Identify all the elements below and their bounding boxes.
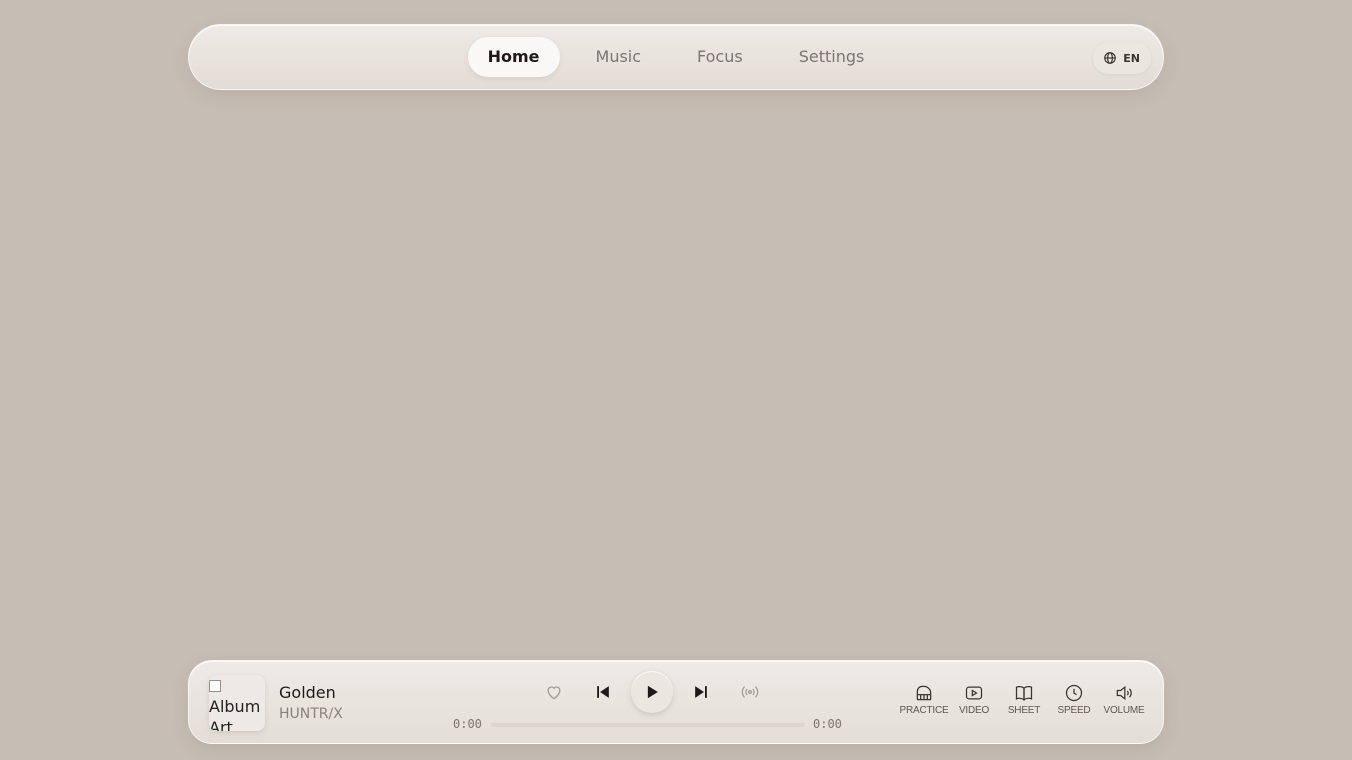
video-button[interactable]: VIDEO (949, 683, 999, 716)
progress-bar[interactable] (491, 723, 805, 727)
book-icon (1015, 685, 1033, 701)
video-label: VIDEO (958, 705, 990, 716)
tab-settings[interactable]: Settings (779, 37, 885, 77)
album-art[interactable]: Album Art (209, 675, 265, 731)
language-button[interactable]: EN (1093, 42, 1151, 74)
tab-focus[interactable]: Focus (677, 37, 763, 77)
broadcast-icon (741, 686, 759, 698)
heart-icon (547, 686, 561, 700)
player-tools: PRACTICE VIDEO SHEET SPEED VOLUME (899, 683, 1149, 716)
language-label: EN (1123, 51, 1140, 65)
playback-controls (533, 671, 773, 713)
volume-label: VOLUME (1103, 705, 1145, 716)
video-icon (965, 686, 983, 700)
tab-music[interactable]: Music (576, 37, 662, 77)
sheet-label: SHEET (1007, 705, 1041, 716)
skip-forward-icon (695, 686, 707, 698)
duration: 0:00 (813, 717, 842, 731)
speed-button[interactable]: SPEED (1049, 683, 1099, 716)
album-art-alt: Album Art (209, 697, 261, 731)
play-icon (647, 685, 658, 699)
current-time: 0:00 (453, 717, 482, 731)
broadcast-button[interactable] (729, 671, 771, 713)
play-button[interactable] (631, 671, 673, 713)
broken-image-icon (209, 680, 221, 692)
globe-icon (1104, 52, 1117, 64)
top-nav-bar: Home Music Focus Settings EN (188, 24, 1164, 90)
next-button[interactable] (680, 671, 722, 713)
speed-label: SPEED (1057, 705, 1091, 716)
like-button[interactable] (533, 671, 575, 713)
volume-icon (1116, 685, 1132, 701)
practice-label: PRACTICE (899, 705, 949, 716)
skip-back-icon (597, 686, 609, 698)
volume-button[interactable]: VOLUME (1099, 683, 1149, 716)
previous-button[interactable] (582, 671, 624, 713)
practice-button[interactable]: PRACTICE (899, 683, 949, 716)
clock-icon (1065, 684, 1083, 702)
track-artist: HUNTR/X (279, 706, 343, 722)
sheet-button[interactable]: SHEET (999, 683, 1049, 716)
track-title: Golden (279, 683, 336, 702)
piano-icon (916, 685, 932, 701)
player-bar: Album Art Golden HUNTR/X 0:00 0:00 PRACT… (188, 660, 1164, 744)
tab-home[interactable]: Home (467, 37, 560, 77)
nav-tabs: Home Music Focus Settings (189, 25, 1163, 89)
